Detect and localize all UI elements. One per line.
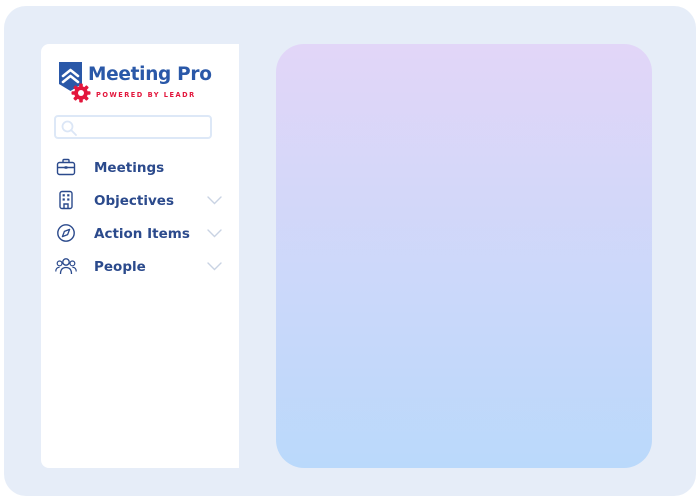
sidebar-item-label: People — [94, 259, 146, 275]
sidebar-item-objectives[interactable]: Objectives — [41, 184, 239, 217]
search-input[interactable] — [54, 115, 212, 139]
brand-tagline: POWERED BY LEADR — [96, 91, 196, 99]
chevron-down-icon[interactable] — [207, 262, 222, 271]
main-content-panel — [276, 44, 652, 468]
sidebar-item-label: Objectives — [94, 193, 174, 209]
compass-icon — [57, 224, 75, 242]
sidebar-item-label: Action Items — [94, 226, 190, 242]
sidebar-item-action-items[interactable]: Action Items — [41, 217, 239, 250]
app-frame: Meeting Pro POWERED BY LEADR Meetings Ob… — [4, 6, 696, 496]
chevron-down-icon[interactable] — [207, 196, 222, 205]
people-icon — [55, 258, 77, 275]
sidebar-item-meetings[interactable]: Meetings — [41, 151, 239, 184]
briefcase-icon — [56, 158, 76, 176]
sidebar-item-label: Meetings — [94, 160, 165, 176]
building-icon — [59, 190, 73, 210]
brand-logo[interactable]: Meeting Pro POWERED BY LEADR — [57, 60, 227, 106]
sidebar: Meeting Pro POWERED BY LEADR Meetings Ob… — [41, 44, 239, 468]
search-icon — [61, 120, 77, 136]
sidebar-item-people[interactable]: People — [41, 250, 239, 283]
chevron-down-icon[interactable] — [207, 229, 222, 238]
gear-icon — [71, 83, 91, 103]
sidebar-nav: Meetings Objectives Action Items People — [41, 151, 239, 283]
brand-name: Meeting Pro — [88, 64, 212, 85]
